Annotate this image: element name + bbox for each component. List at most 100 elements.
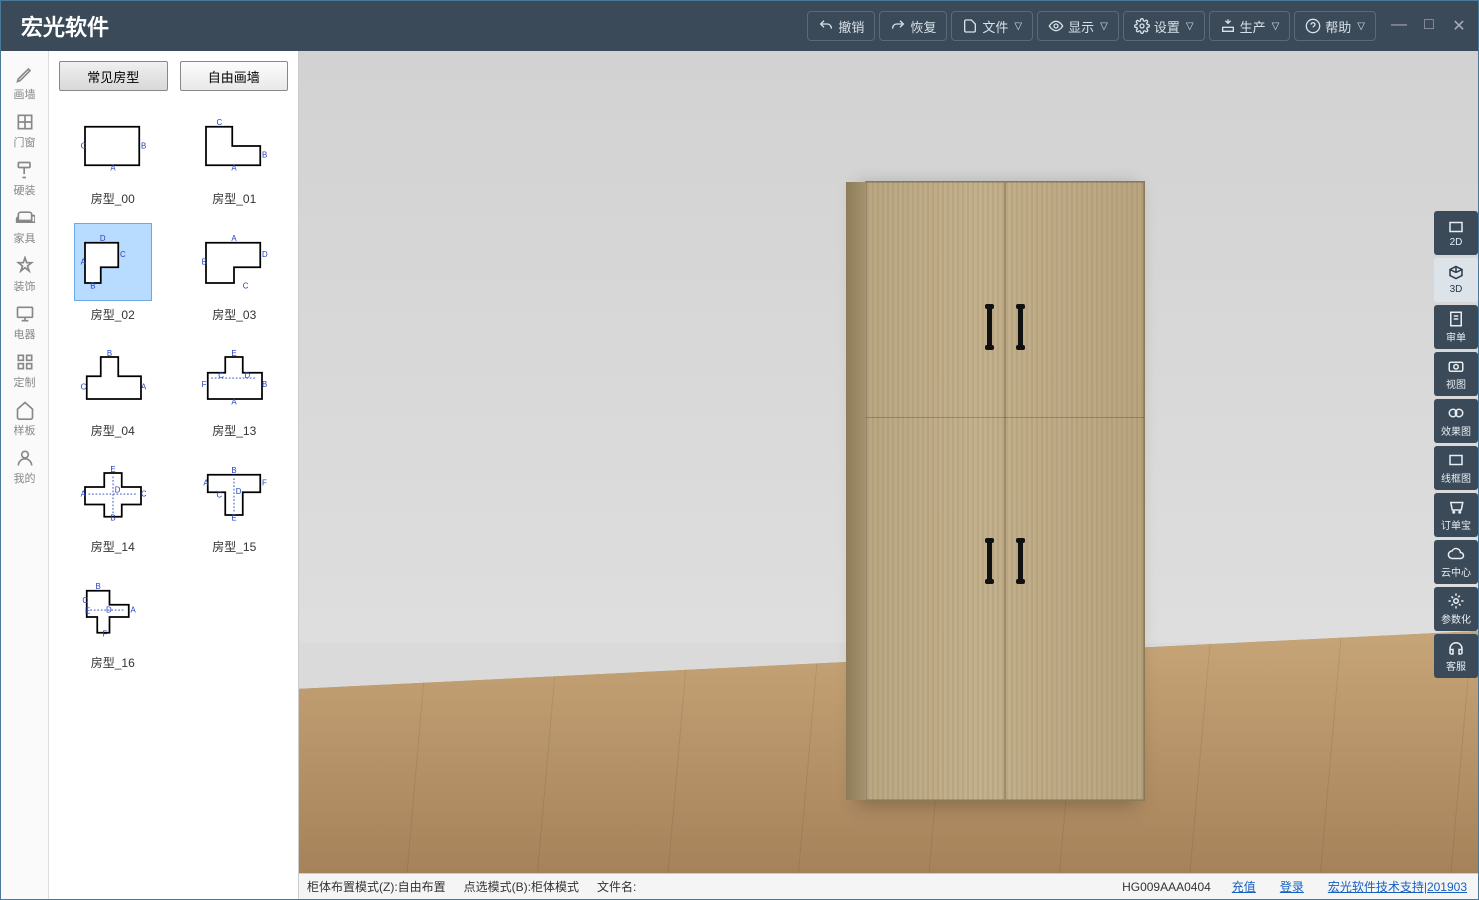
room-shape-14[interactable]: EACBD 房型_14 — [61, 455, 165, 555]
room-shape-03[interactable]: ADBC 房型_03 — [183, 223, 287, 323]
tab-free-wall[interactable]: 自由画墙 — [180, 61, 289, 91]
cloud-icon — [1447, 545, 1465, 563]
param-button[interactable]: 参数化 — [1434, 587, 1478, 631]
rt-label: 2D — [1450, 237, 1463, 248]
rt-label: 视图 — [1446, 376, 1466, 391]
cabinet-model[interactable] — [865, 181, 1145, 801]
left-nav: 画墙 门窗 硬装 家具 装饰 电器 定制 样板 我的 — [1, 51, 49, 899]
svg-text:C: C — [80, 382, 86, 391]
svg-text:C: C — [217, 118, 223, 127]
nav-hard-furnish[interactable]: 硬装 — [1, 155, 48, 203]
tab-common-rooms[interactable]: 常见房型 — [59, 61, 168, 91]
rt-label: 3D — [1450, 284, 1463, 295]
status-code: HG009AAA0404 — [1122, 880, 1211, 894]
file-menu[interactable]: 文件▽ — [951, 11, 1033, 41]
nav-appliance[interactable]: 电器 — [1, 299, 48, 347]
nav-door-label: 门窗 — [14, 134, 36, 150]
redo-button[interactable]: 恢复 — [879, 11, 947, 41]
svg-text:A: A — [204, 478, 210, 487]
svg-text:A: A — [130, 606, 136, 615]
display-menu[interactable]: 显示▽ — [1037, 11, 1119, 41]
wireframe-button[interactable]: 线框图 — [1434, 446, 1478, 490]
display-label: 显示 — [1068, 17, 1094, 36]
room-shape-grid: CBA 房型_00 CBA 房型_01 DCAB 房型_02 ADBC 房型_0… — [49, 101, 298, 899]
room-shape-02[interactable]: DCAB 房型_02 — [61, 223, 165, 323]
render-button[interactable]: 效果图 — [1434, 399, 1478, 443]
help-icon — [1305, 18, 1321, 34]
svg-text:E: E — [232, 513, 237, 522]
file-icon — [962, 18, 978, 34]
cube-icon — [1447, 265, 1465, 283]
view-2d-button[interactable]: 2D — [1434, 211, 1478, 255]
room-shape-04[interactable]: BCA 房型_04 — [61, 339, 165, 439]
user-icon — [15, 448, 35, 468]
window-icon — [15, 112, 35, 132]
svg-text:C: C — [80, 142, 86, 151]
svg-text:C: C — [120, 250, 126, 259]
file-label: 文件 — [982, 17, 1008, 36]
svg-text:A: A — [232, 234, 238, 243]
produce-menu[interactable]: 生产▽ — [1209, 11, 1291, 41]
viewport: 2D 3D 审单 视图 效果图 线框图 订单宝 云中心 参数化 客服 柜体布置模… — [299, 51, 1478, 899]
recharge-link[interactable]: 充值 — [1232, 878, 1256, 895]
render-icon — [1447, 404, 1465, 422]
shape-label: 房型_14 — [91, 538, 135, 555]
redo-icon — [890, 18, 906, 34]
room-shape-15[interactable]: BAFCDE 房型_15 — [183, 455, 287, 555]
nav-wall-label: 画墙 — [14, 86, 36, 102]
scene-3d[interactable]: 2D 3D 审单 视图 效果图 线框图 订单宝 云中心 参数化 客服 — [299, 51, 1478, 873]
undo-label: 撤销 — [838, 17, 864, 36]
rt-label: 效果图 — [1441, 423, 1471, 438]
rect-icon — [1447, 218, 1465, 236]
svg-text:D: D — [236, 487, 242, 496]
nav-template[interactable]: 样板 — [1, 395, 48, 443]
settings-menu[interactable]: 设置▽ — [1123, 11, 1205, 41]
shape-label: 房型_00 — [91, 190, 135, 207]
nav-template-label: 样板 — [14, 422, 36, 438]
svg-text:A: A — [232, 397, 238, 406]
rt-label: 线框图 — [1441, 470, 1471, 485]
svg-text:B: B — [262, 380, 267, 389]
login-link[interactable]: 登录 — [1280, 878, 1304, 895]
nav-furniture[interactable]: 家具 — [1, 203, 48, 251]
svg-text:F: F — [262, 478, 267, 487]
rt-label: 参数化 — [1441, 611, 1471, 626]
svg-text:C: C — [82, 596, 88, 605]
svg-text:A: A — [141, 382, 147, 391]
svg-text:B: B — [107, 349, 112, 358]
nav-furniture-label: 家具 — [14, 230, 36, 246]
service-button[interactable]: 客服 — [1434, 634, 1478, 678]
svg-text:A: A — [80, 490, 86, 499]
view-button[interactable]: 视图 — [1434, 352, 1478, 396]
minimize-button[interactable]: — — [1390, 16, 1408, 36]
pencil-icon — [15, 64, 35, 84]
cloud-button[interactable]: 云中心 — [1434, 540, 1478, 584]
sofa-icon — [15, 208, 35, 228]
nav-custom[interactable]: 定制 — [1, 347, 48, 395]
nav-decor[interactable]: 装饰 — [1, 251, 48, 299]
review-button[interactable]: 审单 — [1434, 305, 1478, 349]
view-3d-button[interactable]: 3D — [1434, 258, 1478, 302]
close-button[interactable]: ✕ — [1450, 16, 1468, 36]
orderbao-button[interactable]: 订单宝 — [1434, 493, 1478, 537]
nav-custom-label: 定制 — [14, 374, 36, 390]
room-shape-01[interactable]: CBA 房型_01 — [183, 107, 287, 207]
rt-label: 客服 — [1446, 658, 1466, 673]
svg-text:D: D — [100, 234, 106, 243]
help-menu[interactable]: 帮助▽ — [1294, 11, 1376, 41]
undo-button[interactable]: 撤销 — [807, 11, 875, 41]
room-shape-13[interactable]: EFBACD 房型_13 — [183, 339, 287, 439]
nav-wall[interactable]: 画墙 — [1, 59, 48, 107]
status-select-mode: 点选模式(B):柜体模式 — [464, 878, 579, 895]
room-shape-00[interactable]: CBA 房型_00 — [61, 107, 165, 207]
support-link[interactable]: 宏光软件技术支持|201903 — [1328, 878, 1467, 895]
maximize-button[interactable]: □ — [1420, 16, 1438, 36]
status-bar: 柜体布置模式(Z):自由布置 点选模式(B):柜体模式 文件名: HG009AA… — [299, 873, 1478, 899]
room-shape-16[interactable]: BCAEDF 房型_16 — [61, 571, 165, 671]
svg-text:D: D — [115, 485, 121, 494]
nav-door-window[interactable]: 门窗 — [1, 107, 48, 155]
review-icon — [1447, 310, 1465, 328]
svg-text:A: A — [110, 164, 116, 173]
svg-text:D: D — [245, 371, 251, 380]
nav-mine[interactable]: 我的 — [1, 443, 48, 491]
